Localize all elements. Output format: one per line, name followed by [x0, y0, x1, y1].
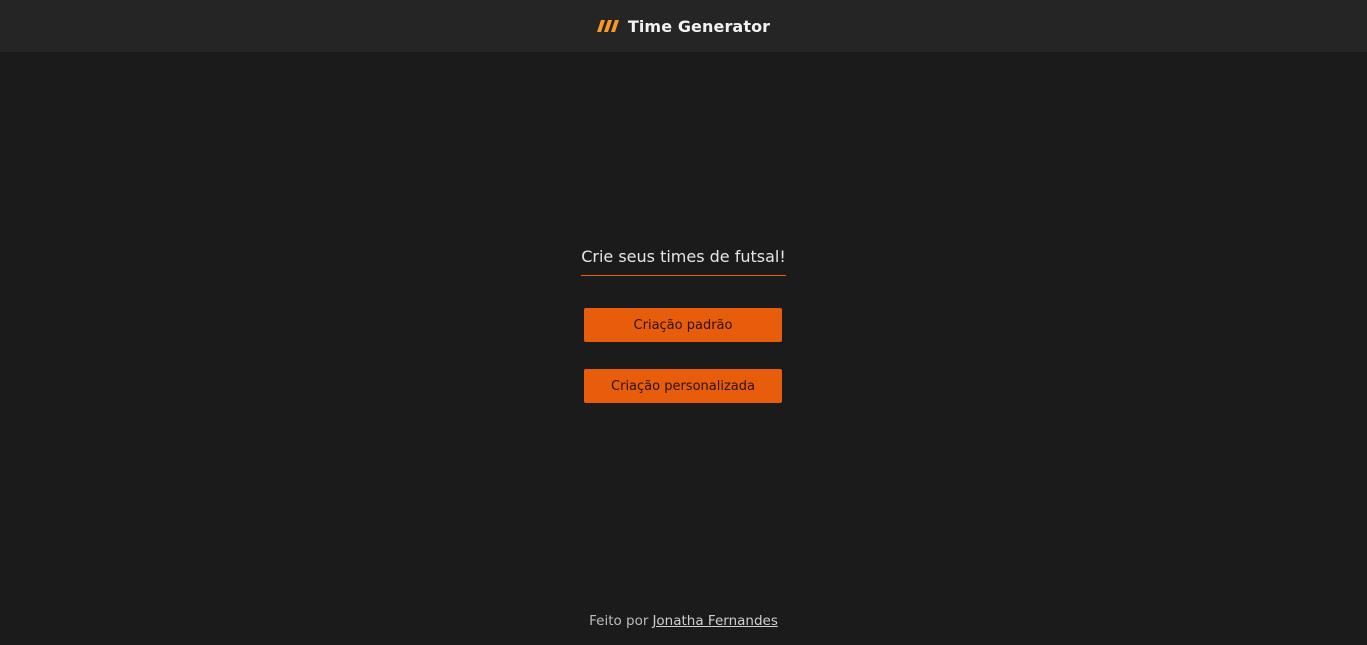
- brand[interactable]: Time Generator: [596, 16, 771, 36]
- app-header: Time Generator: [0, 0, 1367, 52]
- page-headline: Crie seus times de futsal!: [581, 247, 786, 276]
- footer-prefix: Feito por: [589, 613, 649, 629]
- slashes-logo-icon: [596, 20, 619, 32]
- headline-container: Crie seus times de futsal!: [0, 247, 1367, 276]
- footer: Feito por Jonatha Fernandes: [0, 610, 1367, 632]
- app-title: Time Generator: [627, 16, 771, 36]
- custom-creation-button[interactable]: Criação personalizada: [584, 369, 782, 403]
- standard-creation-button[interactable]: Criação padrão: [584, 308, 782, 342]
- author-link[interactable]: Jonatha Fernandes: [652, 613, 777, 629]
- main-content: Crie seus times de futsal! Criação padrã…: [0, 52, 1367, 592]
